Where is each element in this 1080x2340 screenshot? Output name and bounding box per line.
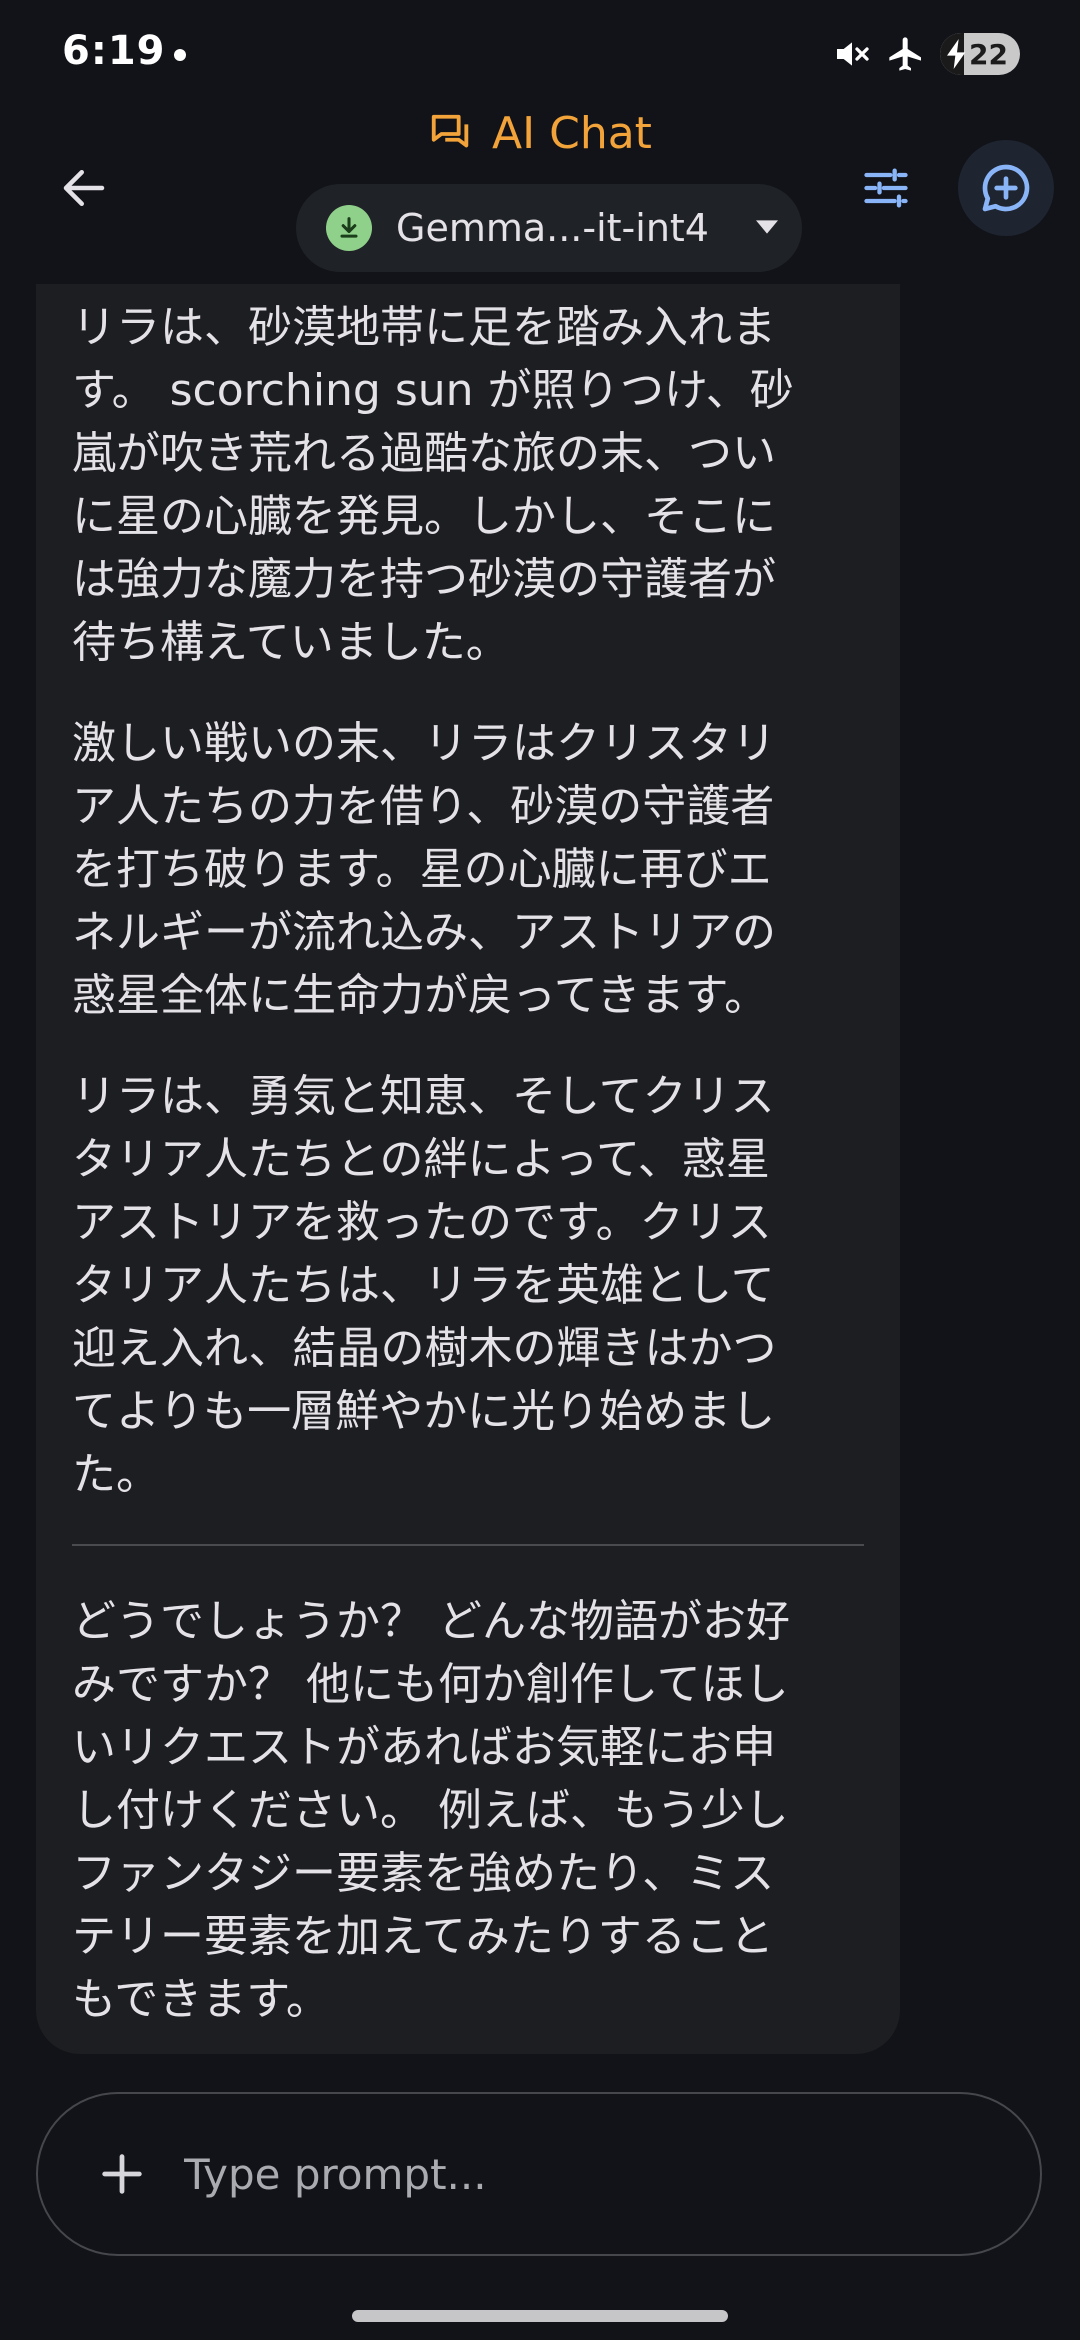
model-name: Gemma...-it-int4: [396, 206, 709, 250]
message-followup: どうでしょうか？ どんな物語がお好 みですか？ 他にも何か創作してほし いリクエ…: [72, 1596, 790, 2025]
tune-button[interactable]: [846, 148, 926, 228]
status-time: 6:19: [62, 28, 166, 74]
download-done-icon: [326, 205, 372, 251]
message-paragraph: 激しい戦いの末、リラはクリスタリ ア人たちの力を借り、砂漠の守護者 を打ち破りま…: [72, 718, 776, 1021]
app-title-text: AI Chat: [492, 108, 652, 159]
bolt-icon: [947, 39, 966, 69]
add-attachment-button[interactable]: [90, 2142, 154, 2206]
plus-icon: [102, 2154, 142, 2194]
assistant-message: リラは、砂漠地帯に足を踏み入れま す。 scorching sun が照りつけ、…: [36, 284, 900, 2054]
prompt-bar: [36, 2092, 1042, 2256]
chat-icon: [431, 114, 469, 147]
message-paragraph: リラは、勇気と知恵、そしてクリス タリア人たちとの絆によって、惑星 アストリアを…: [72, 1071, 777, 1500]
message-paragraph: リラは、砂漠地帯に足を踏み入れま す。 scorching sun が照りつけ、…: [72, 302, 794, 668]
battery-level: 22: [969, 37, 1008, 71]
home-indicator[interactable]: [352, 2310, 728, 2322]
chat-screen: 6:19 22 AI Chat Gemma...-it-int4 リラは、砂漠地…: [0, 0, 1080, 2340]
prompt-input[interactable]: [182, 2148, 1040, 2200]
battery-charging-icon: 22: [940, 33, 1020, 75]
notification-dot-icon: [174, 49, 186, 61]
new-chat-button[interactable]: [958, 140, 1054, 236]
status-bar: 6:19 22: [0, 0, 1080, 110]
status-icons: 22: [832, 30, 1020, 78]
add-chat-icon: [982, 164, 1030, 212]
airplane-icon: [886, 34, 926, 74]
back-button[interactable]: [44, 148, 124, 228]
message-divider: [72, 1544, 864, 1546]
mute-icon: [832, 34, 872, 74]
model-selector[interactable]: Gemma...-it-int4: [296, 184, 802, 272]
back-arrow-icon: [63, 170, 105, 206]
tune-icon: [864, 168, 908, 208]
dropdown-caret-icon: [756, 220, 778, 234]
